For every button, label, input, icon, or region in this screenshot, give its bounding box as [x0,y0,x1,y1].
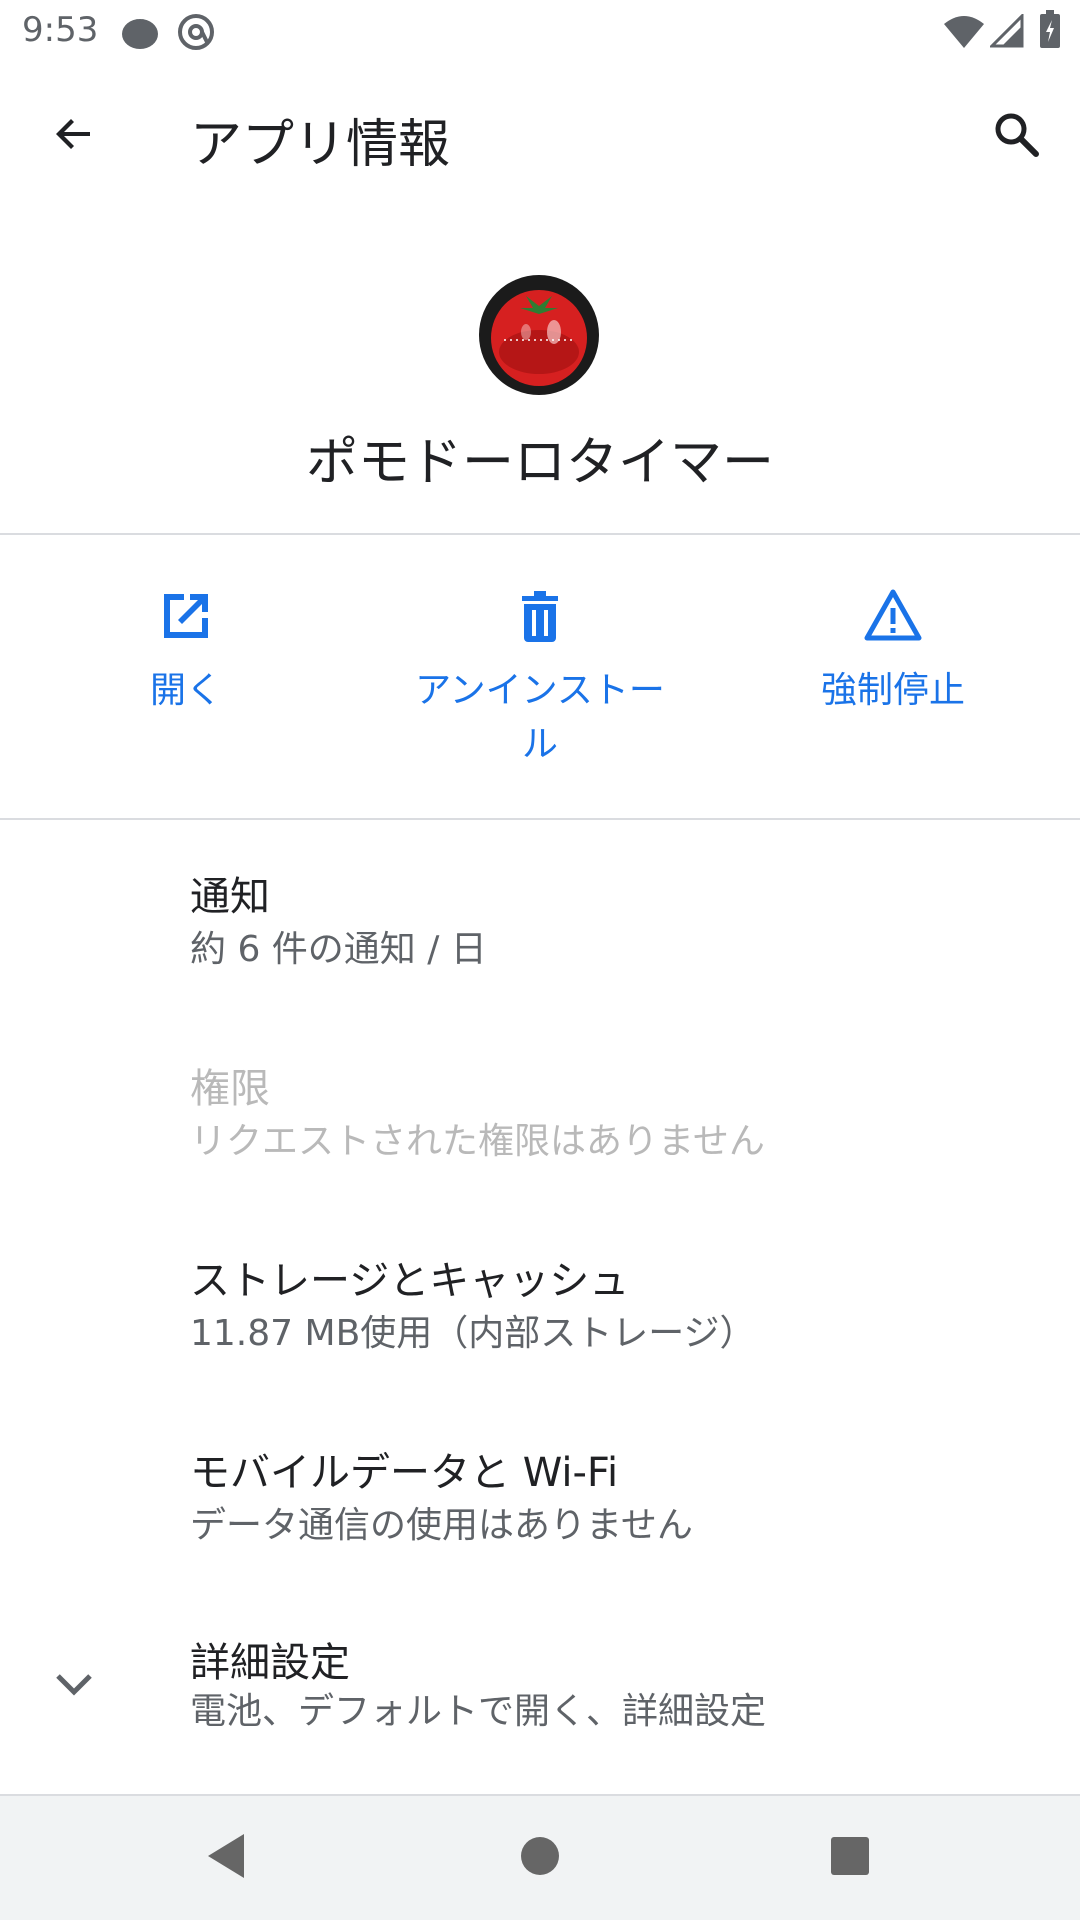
wifi-icon [942,14,986,52]
list-item-title: 権限 [190,1066,270,1112]
list-item-permissions: 権限 リクエストされた権限はありません [0,1036,1080,1226]
divider [0,818,1080,820]
home-circle-icon [518,1834,562,1882]
uninstall-label: アンインストール [415,670,665,765]
list-item-storage[interactable]: ストレージとキャッシュ 11.87 MB使用（内部ストレージ） [0,1228,1080,1418]
list-item-summary: 約 6 件の通知 / 日 [190,929,487,970]
back-button[interactable] [26,88,122,184]
list-item-advanced[interactable]: 詳細設定 電池、デフォルトで開く、詳細設定 [0,1610,1080,1794]
arrow-left-icon [50,110,98,162]
nav-back-button[interactable] [178,1810,274,1906]
force-stop-button[interactable]: 強制停止 [743,586,1043,718]
chevron-down-icon [50,1660,98,1712]
battery-charging-icon [1038,10,1062,54]
search-icon [990,108,1042,164]
list-item-title: 詳細設定 [190,1640,350,1686]
list-item-summary: リクエストされた権限はありません [190,1121,765,1162]
open-button[interactable]: 開く [36,586,336,718]
warning-icon [863,586,923,650]
status-bar: 9:53 [0,0,1080,64]
cell-signal-icon [988,12,1024,52]
list-item-mobile-data[interactable]: モバイルデータと Wi-Fi データ通信の使用はありません [0,1420,1080,1610]
app-bar-title: アプリ情報 [190,115,451,175]
recents-square-icon [829,1835,871,1881]
list-item-title: ストレージとキャッシュ [190,1258,630,1304]
open-label: 開く [149,670,222,711]
divider [0,533,1080,535]
list-item-summary: 11.87 MB使用（内部ストレージ） [190,1313,756,1354]
open-external-icon [156,586,216,650]
list-item-summary: 電池、デフォルトで開く、詳細設定 [190,1691,767,1732]
list-item-title: 通知 [190,874,270,920]
nav-recents-button[interactable] [802,1810,898,1906]
app-name: ポモドーロタイマー [305,433,774,493]
navigation-bar [0,1796,1080,1920]
list-item-summary: データ通信の使用はありません [190,1505,693,1546]
tomato-timer-icon [478,274,600,396]
list-item-title: モバイルデータと Wi-Fi [190,1450,619,1496]
nav-home-button[interactable] [492,1810,588,1906]
back-triangle-icon [204,1832,248,1884]
tomato-notification-icon [120,14,160,54]
search-button[interactable] [968,88,1064,184]
list-item-notifications[interactable]: 通知 約 6 件の通知 / 日 [0,844,1080,1034]
status-time: 9:53 [22,10,99,50]
force-stop-label: 強制停止 [820,670,965,711]
uninstall-button[interactable]: アンインストール [390,586,690,772]
trash-icon [510,586,570,650]
app-bar: アプリ情報 [0,64,1080,208]
at-sign-notification-icon [176,12,216,56]
